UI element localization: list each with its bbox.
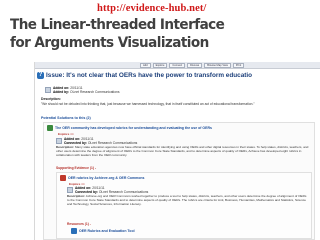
toolbar-connect-button[interactable]: Connect bbox=[169, 62, 186, 68]
evidence-hub-screenshot: Add Explore Connect Discuss Browse Map V… bbox=[34, 62, 320, 240]
evidence-description-text: Achieve.org and OER Commons worked toget… bbox=[67, 194, 307, 206]
solution-title[interactable]: The OER community has developed rubrics … bbox=[55, 126, 212, 130]
solution-description-text: Many state education agencies now have o… bbox=[56, 145, 309, 157]
added-by-label: Added by: bbox=[53, 90, 70, 94]
description-text: "We should not be deluded into thinking … bbox=[41, 102, 255, 106]
toolbar-add-button[interactable]: Add bbox=[140, 62, 151, 68]
evidence-icon bbox=[60, 175, 66, 181]
resource-title[interactable]: OER Rubrics and Evaluation Tool bbox=[79, 229, 135, 233]
evidence-header: OER rubrics by Achieve.org & OER Commons bbox=[60, 175, 145, 181]
solution-card: The OER community has developed rubrics … bbox=[43, 122, 315, 240]
site-url: http://evidence-hub.net/ bbox=[97, 3, 207, 14]
avatar[interactable] bbox=[67, 187, 73, 193]
evidence-meta: Added on: 20/11/11 Connected by: OLnet R… bbox=[67, 186, 267, 194]
issue-title[interactable]: Issue: It's not clear that OERs have the… bbox=[46, 72, 252, 79]
toolbar: Add Explore Connect Discuss Browse Map V… bbox=[35, 62, 320, 69]
avatar[interactable] bbox=[45, 87, 51, 93]
avatar[interactable] bbox=[56, 138, 62, 144]
issue-icon: ? bbox=[37, 72, 44, 79]
potential-solutions-header[interactable]: Potential Solutions to this (2) bbox=[41, 116, 91, 120]
issue-meta: Added on: 20/11/11 Added by: OLnet Resea… bbox=[45, 86, 245, 94]
solution-header: The OER community has developed rubrics … bbox=[47, 125, 212, 131]
toolbar-discuss-button[interactable]: Discuss bbox=[187, 62, 203, 68]
toolbar-explore-button[interactable]: Explore bbox=[152, 62, 168, 68]
slide-title: The Linear-threaded Interface for Argume… bbox=[10, 16, 289, 52]
issue-row: ? Issue: It's not clear that OERs have t… bbox=[37, 71, 320, 80]
evidence-card: OER rubrics by Achieve.org & OER Commons… bbox=[56, 172, 312, 239]
solution-meta: Added on: 20/11/11 Connected by: OLnet R… bbox=[56, 137, 256, 145]
evidence-description: Description: Achieve.org and OER Commons… bbox=[67, 194, 309, 206]
resources-toggle[interactable]: Resources (1) - bbox=[67, 222, 91, 226]
description-label: Description: bbox=[41, 97, 61, 101]
toolbar-map-view-button[interactable]: Browse Map View bbox=[204, 62, 231, 68]
solution-icon bbox=[47, 125, 53, 131]
resource-icon bbox=[71, 228, 77, 234]
solution-explore-link[interactable]: Explore >> bbox=[58, 132, 74, 136]
added-by-value[interactable]: OLnet Research Communications bbox=[70, 90, 119, 94]
slide-title-line-1: The Linear-threaded Interface bbox=[10, 16, 225, 33]
resource-item: OER Rubrics and Evaluation Tool bbox=[71, 228, 135, 234]
toolbar-print-button[interactable]: Print bbox=[232, 62, 245, 68]
supporting-evidence-toggle[interactable]: Supporting Evidence (1) - bbox=[56, 166, 96, 170]
evidence-title[interactable]: OER rubrics by Achieve.org & OER Commons bbox=[68, 176, 145, 180]
slide-title-line-2: for Arguments Visualization bbox=[10, 34, 209, 51]
solution-description: Description: Many state education agenci… bbox=[56, 145, 312, 157]
